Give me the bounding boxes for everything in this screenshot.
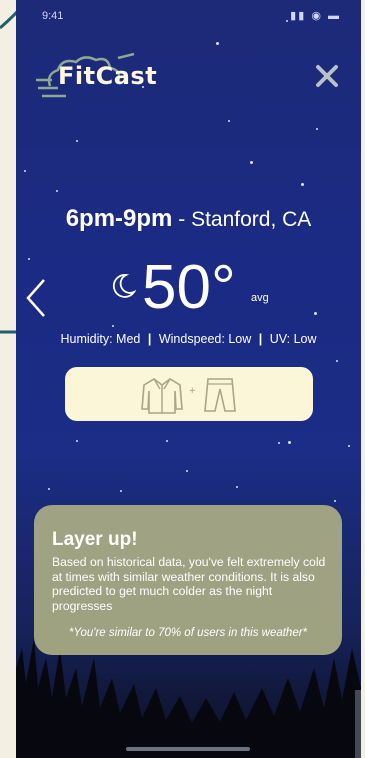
location: Stanford, CA [191,208,312,231]
app-logo: FitCast [36,52,186,102]
temperature-value: 50° [142,253,236,322]
star [120,490,122,492]
home-indicator[interactable] [126,747,250,751]
star [76,140,78,142]
close-icon [316,65,338,87]
status-time: 9:41 [42,10,64,22]
header-separator: - [172,208,192,231]
temperature-row: 50° avg [16,252,361,332]
star [288,441,291,444]
star [48,488,50,490]
weather-conditions: Humidity: Med | Windspeed: Low | UV: Low [16,332,361,346]
pants-icon [204,378,236,412]
humidity-label: Humidity: Med [60,332,141,346]
status-indicators: ▮▮ ◉ ▬ [290,10,341,22]
star [186,470,188,472]
uv-label: UV: Low [269,332,317,346]
star [316,128,318,130]
star [166,440,168,442]
condition-separator: | [147,332,152,346]
star [56,190,58,192]
outfit-recommendation-card[interactable]: + [65,367,313,421]
star [286,20,288,22]
app-name: FitCast [58,62,158,90]
star [250,161,253,164]
moon-icon [112,274,136,298]
star [278,442,280,444]
star [336,360,338,362]
star [76,440,78,442]
jacket-icon [141,378,183,414]
star [334,500,336,502]
advice-footnote: *You're similar to 70% of users in this … [68,627,308,639]
close-button[interactable] [313,62,341,90]
windspeed-label: Windspeed: Low [158,332,252,346]
phone-screen: 9:41 ▮▮ ◉ ▬ FitCast 6pm-9pm - Stanford, … [16,0,361,758]
advice-title: Layer up! [52,529,138,550]
temperature-qualifier: avg [251,292,269,304]
outfit-plus: + [189,385,196,397]
star [301,183,304,186]
star [216,42,219,45]
forecast-header: 6pm-9pm - Stanford, CA [16,205,361,233]
status-bar: 9:41 ▮▮ ◉ ▬ [16,8,361,26]
advice-body: Based on historical data, you've felt ex… [52,555,326,613]
advice-card: Layer up! Based on historical data, you'… [34,505,342,655]
previous-arrow-icon[interactable] [24,278,48,318]
star [24,170,26,172]
star [228,120,230,122]
star [348,445,350,447]
device-edge [355,690,361,758]
star [236,486,238,488]
time-range: 6pm-9pm [65,205,173,232]
condition-separator: | [258,332,263,346]
